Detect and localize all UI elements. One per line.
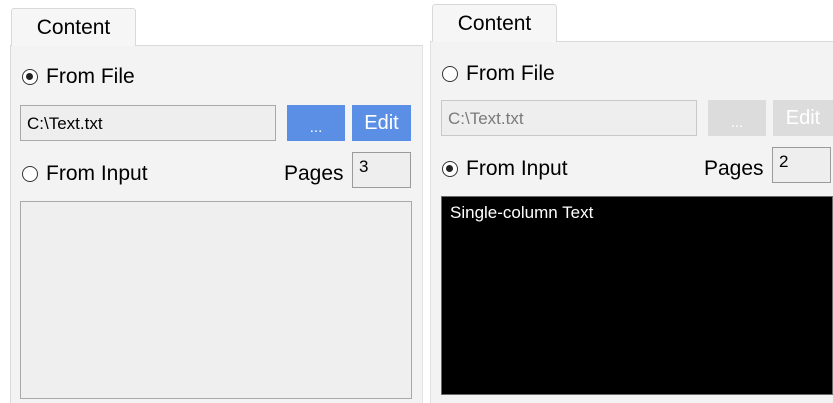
from-input-radio[interactable]: From Input (22, 162, 148, 186)
pages-label: Pages (704, 157, 764, 180)
edit-button[interactable]: Edit (773, 100, 833, 136)
input-text-area[interactable] (20, 201, 412, 399)
input-text-area[interactable]: Single-column Text (441, 196, 833, 395)
from-input-radio[interactable]: From Input (442, 157, 568, 181)
pages-field[interactable]: 3 (352, 152, 411, 188)
radio-unchecked-icon[interactable] (22, 166, 38, 182)
browse-button[interactable]: ... (287, 105, 345, 141)
radio-unchecked-icon[interactable] (442, 66, 458, 82)
pages-label: Pages (284, 162, 344, 185)
tab-content-label: Content (36, 16, 111, 39)
tab-content[interactable]: Content (432, 4, 557, 42)
from-file-radio[interactable]: From File (22, 65, 135, 89)
from-input-label: From Input (466, 157, 568, 180)
file-path-field[interactable]: C:\Text.txt (20, 105, 276, 141)
edit-button[interactable]: Edit (352, 105, 411, 141)
from-file-radio[interactable]: From File (442, 62, 555, 86)
tab-content[interactable]: Content (11, 8, 136, 46)
content-panel-left: Content From File C:\Text.txt ... Edit F… (0, 0, 424, 403)
radio-checked-icon[interactable] (22, 69, 38, 85)
from-file-label: From File (46, 65, 135, 88)
tab-content-label: Content (457, 12, 532, 35)
from-file-label: From File (466, 62, 555, 85)
pages-field[interactable]: 2 (772, 147, 831, 183)
content-panel-right: Content From File C:\Text.txt ... Edit F… (430, 0, 833, 403)
from-input-label: From Input (46, 162, 148, 185)
browse-button[interactable]: ... (708, 100, 766, 136)
radio-checked-icon[interactable] (442, 161, 458, 177)
file-path-field[interactable]: C:\Text.txt (441, 100, 697, 136)
